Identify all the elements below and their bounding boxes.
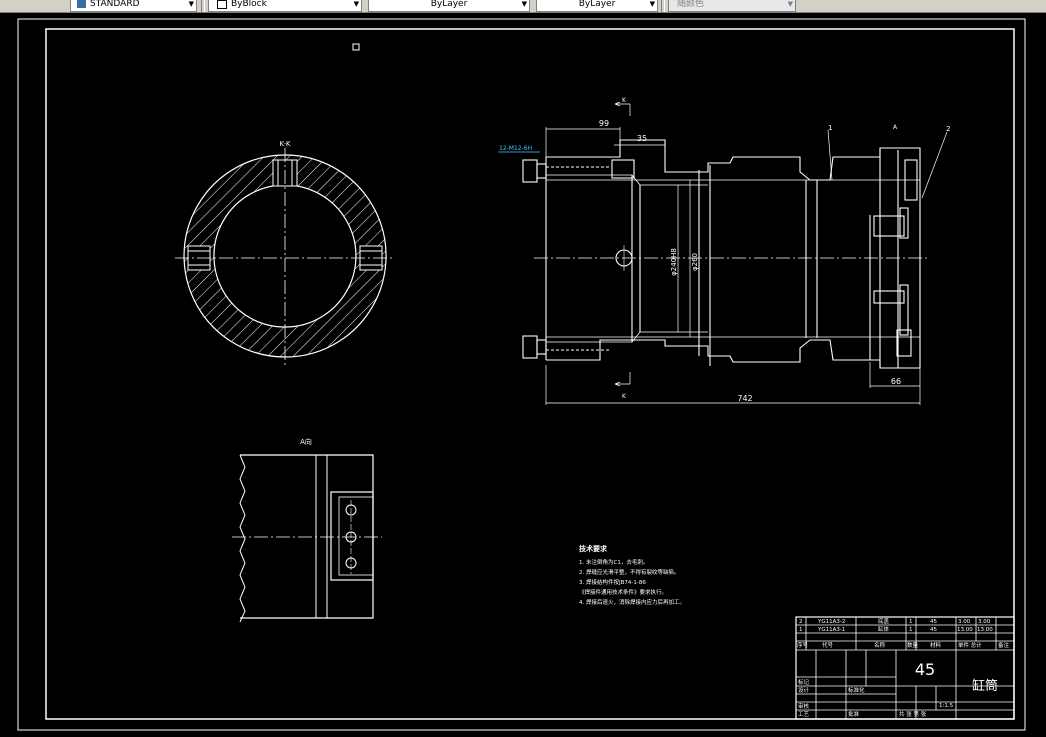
- bolt-head-bottom: [522, 335, 538, 359]
- chevron-down-icon: ▼: [649, 0, 655, 8]
- linetype-dropdown[interactable]: ByLayer ▼: [368, 0, 530, 12]
- bom-weight: 3.00: [958, 619, 971, 625]
- bolt-head-top: [522, 159, 538, 183]
- color-dropdown[interactable]: ByBlock ▼: [208, 0, 362, 12]
- material-large: 45: [915, 660, 935, 679]
- balloon-1: 1: [828, 124, 832, 132]
- dim-bore-260: φ260: [691, 253, 699, 271]
- bom-header: 名称: [874, 641, 886, 649]
- text-style-dropdown[interactable]: STANDARD ▼: [70, 0, 197, 12]
- bom-header: 序号: [797, 641, 809, 649]
- row-label: 审核: [798, 702, 810, 710]
- bom-weight: 13.00: [957, 627, 973, 633]
- bom-no: 1: [799, 627, 803, 633]
- section-arrow-bottom: K: [622, 393, 627, 400]
- toolbar-separator: [201, 0, 205, 12]
- bom-code: YG11A3-1: [817, 627, 845, 633]
- tech-note: 《焊接件通用技术条件》要求执行。: [579, 588, 667, 596]
- cad-drawing[interactable]: K-K A向 99 35 742 66 φ240H8 φ260 K K A 1 …: [0, 12, 1046, 733]
- section-view-kk: K-K: [175, 140, 395, 368]
- bom-weight: 3.00: [978, 619, 991, 625]
- color-swatch-icon: [217, 0, 227, 9]
- style-icon: [77, 0, 86, 8]
- chevron-down-icon: ▼: [353, 0, 359, 8]
- chevron-down-icon: ▼: [521, 0, 527, 8]
- detail-view-label: A向: [300, 437, 312, 446]
- break-line: [239, 454, 246, 623]
- technical-requirements: 技术要求 1. 未注倒角为C1，去毛刺。 2. 焊缝应光滑平整，不得有裂纹等缺陷…: [579, 544, 685, 606]
- row-label: 标记: [798, 678, 810, 686]
- bom-header: 单件 总计: [958, 641, 982, 649]
- dim-742: 742: [737, 394, 752, 403]
- chevron-down-icon: ▼: [787, 0, 793, 8]
- main-cylinder-view: [522, 139, 930, 369]
- dim-bore-240: φ240H8: [670, 248, 678, 276]
- chevron-down-icon: ▼: [188, 0, 194, 8]
- bom-no: 2: [799, 619, 803, 625]
- tech-note: 1. 未注倒角为C1，去毛刺。: [579, 558, 648, 566]
- bom-code: YG11A3-2: [817, 619, 845, 625]
- bom-name: 底盖: [878, 617, 890, 625]
- section-arrow-top: K: [622, 97, 627, 104]
- bom-material: 45: [930, 627, 937, 633]
- bom-material: 45: [930, 619, 937, 625]
- detail-view-a: A向: [232, 437, 382, 623]
- title-block-text: 2 YG11A3-2 底盖 1 45 3.00 3.00 1 YG11A3-1 …: [797, 617, 1010, 718]
- cylinder-outline: [545, 139, 921, 369]
- bom-header: 代号: [822, 641, 834, 649]
- dim-99: 99: [599, 119, 609, 128]
- dim-66: 66: [891, 377, 901, 386]
- view-marker-a: A: [893, 124, 898, 131]
- bom-header: 数量: [907, 641, 919, 649]
- lineweight-dropdown[interactable]: ByLayer ▼: [536, 0, 658, 12]
- tech-note: 2. 焊缝应光滑平整，不得有裂纹等缺陷。: [579, 568, 680, 576]
- bom-header: 备注: [998, 641, 1010, 649]
- std-label: 标准化: [848, 686, 865, 694]
- bom-qty: 1: [909, 619, 913, 625]
- sheet-label: 共 张 第 张: [899, 710, 927, 718]
- bom-qty: 1: [909, 627, 913, 633]
- bom-name: 缸体: [878, 625, 890, 633]
- thread-callout: 12-M12-6H: [499, 145, 532, 152]
- tech-title: 技术要求: [579, 544, 608, 553]
- bom-header: 材料: [930, 641, 942, 649]
- row-label: 工艺: [798, 711, 810, 718]
- dim-35: 35: [637, 134, 647, 143]
- dimension-labels: 99 35 742 66 φ240H8 φ260 K K A 1 2 12-M1…: [499, 97, 950, 403]
- section-view-label: K-K: [280, 140, 291, 148]
- balloon-2: 2: [946, 125, 950, 133]
- tech-note: 3. 焊接结构件按JB74-1-86: [579, 578, 646, 586]
- bom-weight: 13.00: [977, 627, 993, 633]
- drawing-canvas[interactable]: K-K A向 99 35 742 66 φ240H8 φ260 K K A 1 …: [0, 12, 1046, 733]
- scale-value: 1:1.5: [939, 703, 954, 709]
- inner-sheet-border: [45, 28, 1015, 720]
- part-name: 缸筒: [972, 678, 998, 694]
- plotstyle-dropdown[interactable]: 随颜色 ▼: [668, 0, 796, 12]
- tech-note: 4. 焊接后退火，消除焊接内应力后再加工。: [579, 598, 685, 606]
- row-label: 设计: [798, 686, 810, 694]
- outer-sheet-border: [17, 18, 1026, 731]
- approve-label: 批准: [848, 710, 860, 718]
- ucs-marker-icon: [352, 43, 360, 51]
- toolbar-separator: [661, 0, 665, 12]
